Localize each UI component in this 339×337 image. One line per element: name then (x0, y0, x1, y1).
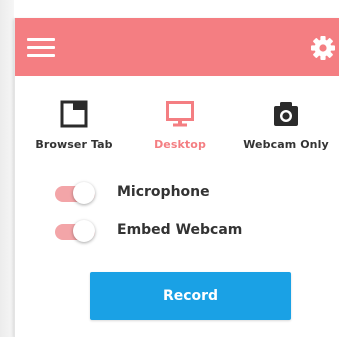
toggle-thumb (73, 182, 95, 204)
microphone-toggle[interactable] (55, 182, 97, 204)
mode-desktop[interactable]: Desktop (125, 100, 235, 160)
mode-webcam-only[interactable]: Webcam Only (231, 100, 339, 160)
mode-label: Desktop (154, 138, 206, 151)
toggle-thumb (73, 220, 95, 242)
microphone-label: Microphone (117, 184, 210, 200)
mode-label: Webcam Only (243, 138, 329, 151)
embed-webcam-toggle[interactable] (55, 220, 97, 242)
header-bar (15, 18, 339, 76)
gear-icon[interactable] (310, 35, 336, 61)
hamburger-icon[interactable] (27, 38, 55, 58)
mode-browser-tab[interactable]: Browser Tab (19, 100, 129, 160)
mode-label: Browser Tab (35, 138, 113, 151)
recorder-popup: Browser Tab Desktop Webcam Only Micropho… (14, 18, 339, 337)
browser-tab-icon (60, 100, 88, 128)
record-button[interactable]: Record (90, 272, 291, 320)
microphone-row: Microphone (55, 182, 315, 206)
capture-mode-selector: Browser Tab Desktop Webcam Only (15, 100, 339, 160)
camera-icon (272, 100, 300, 128)
monitor-icon (166, 100, 194, 128)
embed-webcam-label: Embed Webcam (117, 222, 243, 238)
background-strip (0, 0, 14, 337)
embed-webcam-row: Embed Webcam (55, 220, 315, 244)
